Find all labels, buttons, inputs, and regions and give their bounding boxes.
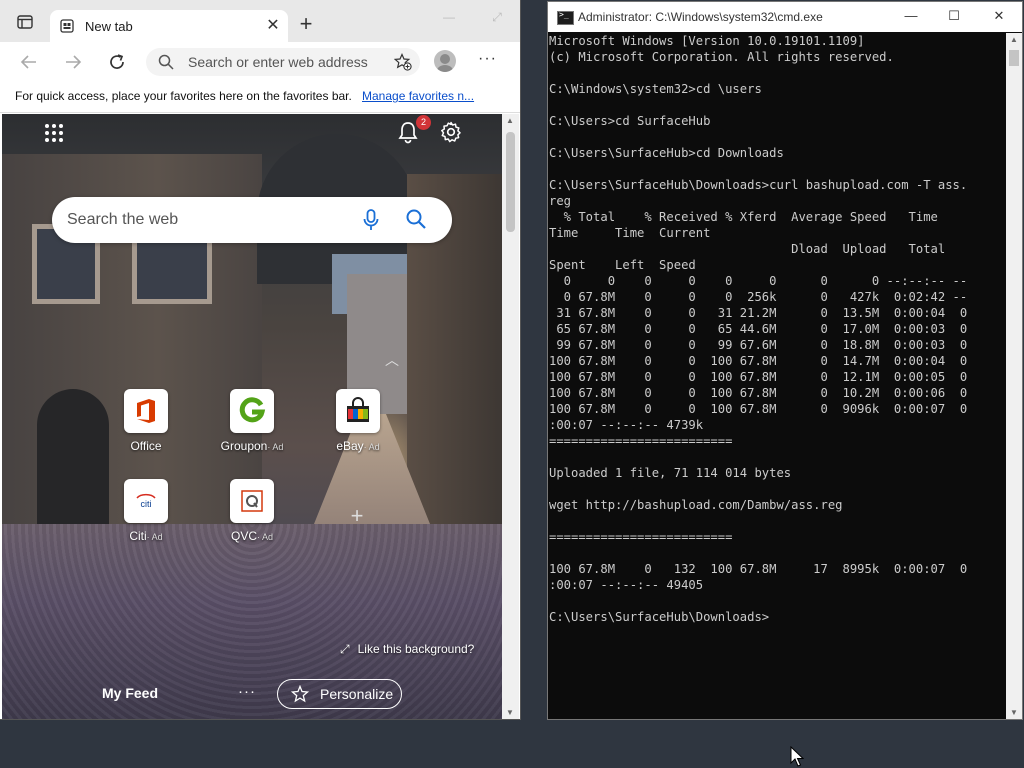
tile-ebay[interactable]: eBay· Ad [323,389,393,453]
ad-label: · Ad [267,442,284,452]
minimize-icon[interactable]: — [901,8,921,26]
scroll-down-icon[interactable]: ▼ [1010,708,1018,717]
close-tab-icon[interactable]: ✕ [264,17,282,35]
cmd-title-bar[interactable]: Administrator: C:\Windows\system32\cmd.e… [548,2,1022,32]
personalize-label: Personalize [320,686,394,702]
tile-qvc[interactable]: QVC· Ad [217,479,287,543]
profile-avatar[interactable] [434,50,456,72]
scroll-down-icon[interactable]: ▼ [506,708,514,717]
tile-label: Office [130,439,162,453]
address-bar[interactable]: Search or enter web address [146,48,420,76]
expand-icon: ⤢ [340,642,350,656]
scrollbar-thumb[interactable] [1009,50,1019,66]
browser-toolbar: Search or enter web address ··· [0,42,520,82]
search-placeholder: Search the web [67,211,179,228]
tile-label: QVC [230,529,257,543]
personalize-button[interactable]: Personalize [277,679,402,709]
citi-icon: citi [124,479,168,523]
new-tab-page: 2 Search the web Office Groupon· Ad eBay… [2,114,502,719]
back-icon[interactable] [16,49,42,75]
more-options-icon[interactable]: ··· [478,50,497,68]
cmd-app-icon [557,10,574,25]
maximize-icon[interactable]: ⤢ [488,10,506,26]
refresh-icon[interactable] [104,49,130,75]
tile-citi[interactable]: citi Citi· Ad [111,479,181,543]
my-feed-tab[interactable]: My Feed [102,685,158,701]
scroll-up-icon[interactable]: ▲ [1010,35,1018,44]
close-icon[interactable]: ✕ [989,8,1009,26]
background-door [37,389,109,529]
add-favorite-icon[interactable] [394,53,412,71]
new-tab-button[interactable]: + [295,13,317,36]
command-prompt-window: Administrator: C:\Windows\system32\cmd.e… [548,2,1022,719]
apps-grid-icon[interactable] [44,123,64,143]
edge-browser-window: New tab ✕ + — ⤢ Search or enter web addr… [0,0,520,719]
microphone-icon[interactable] [362,208,380,232]
tab-title: New tab [85,19,133,34]
notification-badge: 2 [416,115,431,130]
scrollbar-thumb[interactable] [506,132,515,232]
tile-label: eBay [336,439,364,453]
tab-bar: New tab ✕ + — ⤢ [0,0,520,42]
tile-label: Citi [129,529,147,543]
web-search-box[interactable]: Search the web [52,197,452,243]
like-background-label: Like this background? [357,642,475,656]
new-tab-icon [60,19,74,33]
groupon-icon [230,389,274,433]
tab-actions-icon[interactable] [10,10,40,34]
svg-text:citi: citi [141,499,152,509]
add-tile-icon[interactable]: + [347,505,367,527]
ad-label: · Ad [257,532,274,542]
address-placeholder: Search or enter web address [188,54,368,70]
mouse-pointer-icon [790,746,804,767]
tile-label: Groupon [220,439,268,453]
settings-gear-icon[interactable] [439,120,463,144]
chevron-up-icon[interactable]: ︿ [385,350,399,370]
tile-groupon[interactable]: Groupon· Ad [217,389,287,453]
office-icon [124,389,168,433]
like-background-button[interactable]: ⤢ Like this background? [340,642,474,657]
search-icon[interactable] [405,208,427,230]
qvc-icon [230,479,274,523]
cmd-scrollbar[interactable]: ▲ ▼ [1006,33,1022,719]
tile-office[interactable]: Office [111,389,181,453]
maximize-icon[interactable]: ☐ [944,8,964,26]
cmd-console-output[interactable]: Microsoft Windows [Version 10.0.19101.11… [549,33,1005,717]
minimize-icon[interactable]: — [440,10,458,26]
more-options-icon[interactable]: ··· [238,683,256,700]
page-scrollbar[interactable]: ▲ ▼ [502,114,519,719]
forward-icon[interactable] [60,49,86,75]
ebay-bag-icon [336,389,380,433]
tab-new-tab[interactable]: New tab ✕ [50,10,288,42]
ad-label: · Ad [146,532,163,542]
ad-label: · Ad [363,442,380,452]
background-window [132,234,212,304]
manage-favorites-link[interactable]: Manage favorites n... [362,89,474,103]
favorites-bar-message: For quick access, place your favorites h… [15,89,352,103]
scroll-up-icon[interactable]: ▲ [506,116,514,125]
favorites-bar: For quick access, place your favorites h… [0,82,520,113]
cmd-window-title: Administrator: C:\Windows\system32\cmd.e… [578,10,823,24]
search-icon [158,54,174,70]
sparkle-pen-icon [291,685,309,703]
